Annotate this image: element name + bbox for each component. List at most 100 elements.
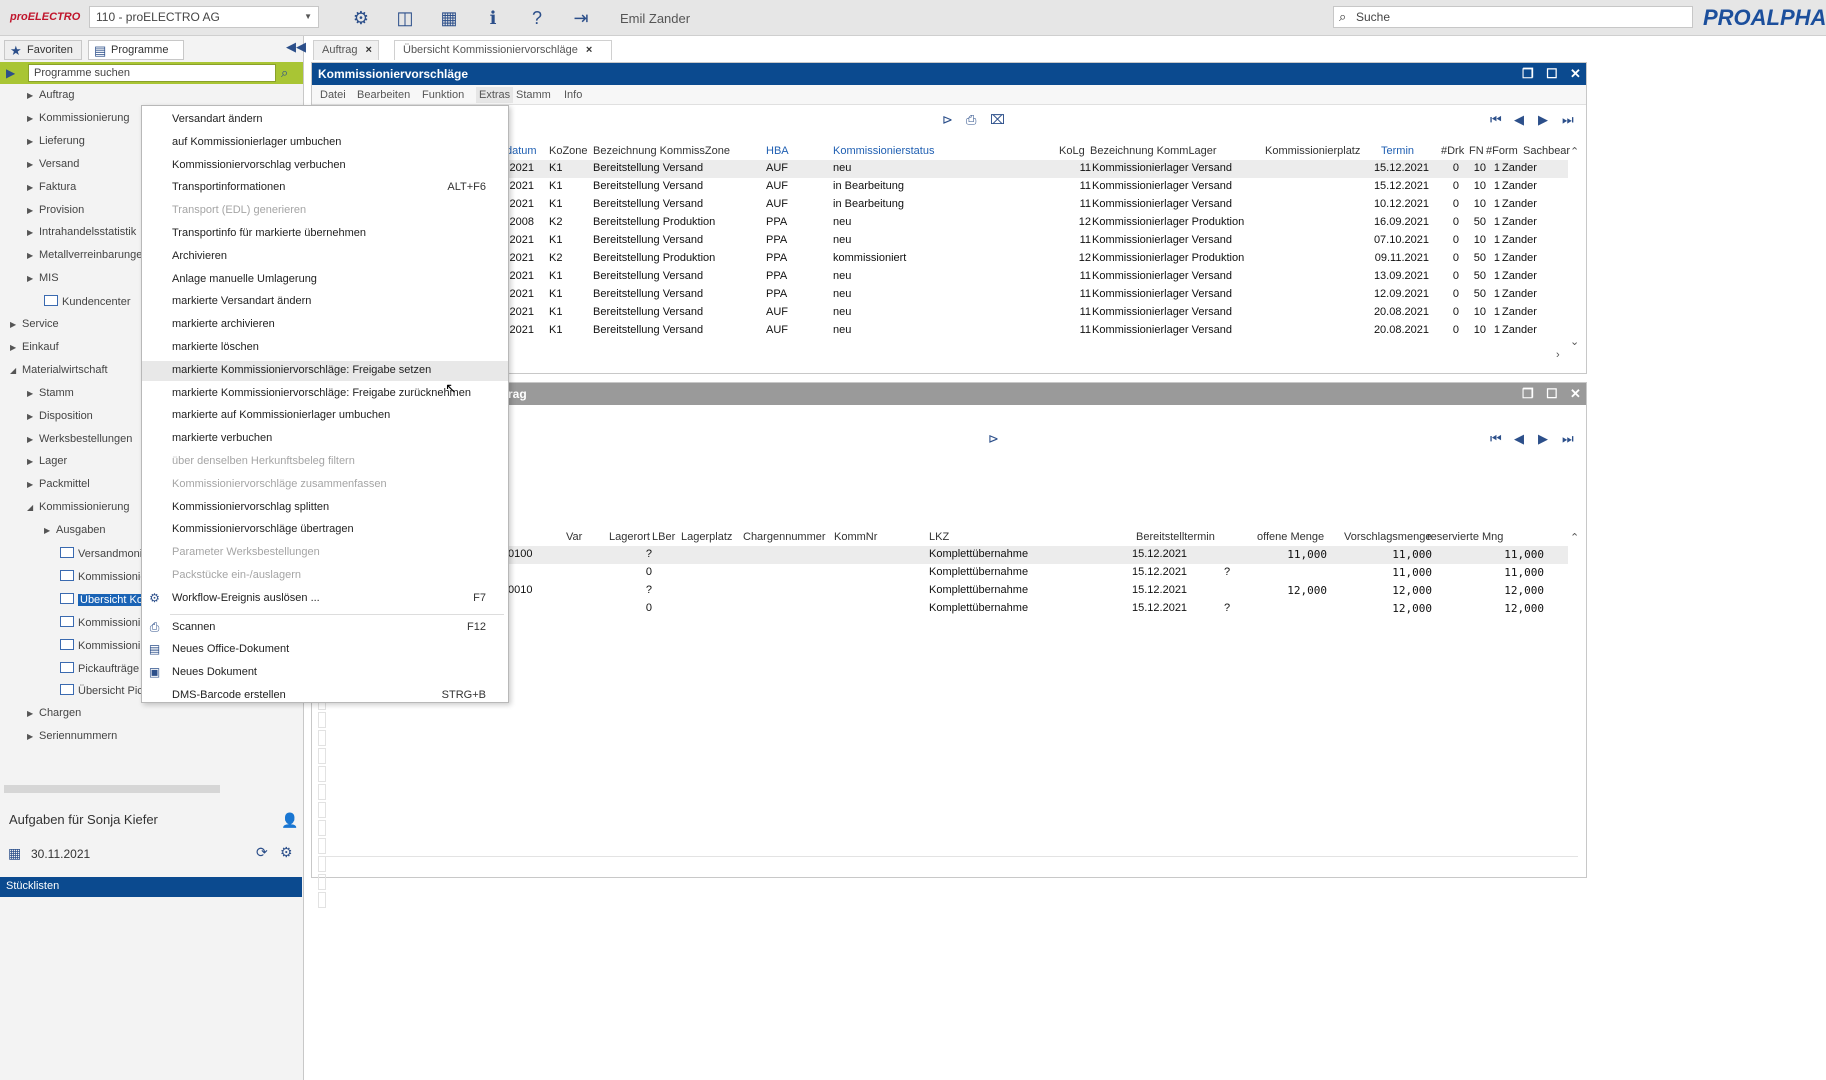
tree-item[interactable]: Übersicht Pic — [60, 684, 143, 702]
tree-item[interactable]: Kommissioni — [60, 638, 140, 657]
menu-item[interactable]: Transportinformationen ALT+F6 — [142, 178, 508, 198]
company-select[interactable]: 110 - proELECTRO AG ▼ — [89, 6, 319, 28]
prev-record-icon[interactable]: ◀ — [1514, 112, 1524, 128]
expand-arrow-icon[interactable]: ▶ — [27, 206, 39, 215]
scroll-right-icon[interactable]: › — [1556, 349, 1560, 361]
expand-arrow-icon[interactable]: ▶ — [27, 480, 39, 489]
tree-item[interactable]: ▶ Versand — [27, 158, 79, 176]
preview-icon[interactable]: ⌧ — [990, 112, 1005, 128]
tree-item[interactable]: ▶ MIS — [27, 272, 59, 290]
next-record-icon[interactable]: ▶ — [1538, 431, 1548, 447]
tree-item[interactable]: ▶ Stamm — [27, 387, 74, 405]
column-header[interactable]: Var — [566, 531, 582, 543]
close-icon[interactable]: × — [365, 44, 371, 56]
expand-arrow-icon[interactable]: ▶ — [27, 183, 39, 192]
logout-icon[interactable]: ⇥ — [569, 6, 593, 30]
tree-item[interactable]: Versandmoni — [60, 547, 142, 565]
last-record-icon[interactable]: ⏭ — [1562, 431, 1574, 447]
column-header[interactable]: Lagerort — [609, 531, 650, 543]
tab-programme[interactable]: ▤ Programme — [88, 40, 184, 60]
prev-record-icon[interactable]: ◀ — [1514, 431, 1524, 447]
refresh-icon[interactable]: ⟳ — [256, 844, 268, 861]
column-header[interactable]: reservierte Mng — [1427, 531, 1503, 543]
column-header[interactable]: HBA — [766, 145, 789, 157]
column-header[interactable]: KommNr — [834, 531, 877, 543]
tree-item[interactable]: ▶ Service — [10, 318, 59, 336]
menu-item[interactable]: markierte Versandart ändern — [142, 292, 508, 312]
calendar-icon[interactable]: ▦ — [8, 845, 21, 862]
menu-extras[interactable]: Extras — [476, 87, 514, 103]
menu-item[interactable]: markierte archivieren — [142, 315, 508, 335]
menu-item[interactable]: markierte verbuchen — [142, 429, 508, 449]
menu-funktion[interactable]: Funktion — [422, 89, 464, 101]
menu-item[interactable]: Kommissioniervorschlag splitten — [142, 498, 508, 518]
program-search-input[interactable]: Programme suchen — [28, 64, 276, 82]
expand-arrow-icon[interactable]: ▶ — [27, 389, 39, 398]
tree-item[interactable]: Übersicht Ko — [60, 592, 145, 611]
menu-stamm[interactable]: Stamm — [516, 89, 551, 101]
menu-item[interactable]: ⎙ Scannen F12 — [142, 618, 508, 638]
menu-item[interactable]: Kommissioniervorschläge übertragen — [142, 520, 508, 540]
column-header[interactable]: Vorschlagsmenge — [1344, 531, 1431, 543]
menu-item[interactable]: Archivieren — [142, 247, 508, 267]
tree-item[interactable]: ▶ Seriennummern — [27, 730, 117, 748]
tree-item[interactable]: Pickaufträge — [60, 661, 139, 680]
tree-item[interactable]: ▶ Ausgaben — [44, 524, 106, 542]
column-header[interactable]: offene Menge — [1257, 531, 1324, 543]
column-header[interactable]: #Drk — [1441, 145, 1464, 157]
expand-arrow-icon[interactable]: ▶ — [27, 114, 39, 123]
column-header[interactable]: Kommissionierstatus — [833, 145, 934, 157]
tree-item[interactable]: ▶ Chargen — [27, 707, 81, 725]
close-icon[interactable]: ✕ — [1570, 66, 1581, 82]
tree-item[interactable]: ▶ Metallverreinbarungen — [27, 249, 148, 267]
column-header[interactable]: Lagerplatz — [681, 531, 732, 543]
gear-icon[interactable]: ⚙ — [349, 6, 373, 30]
maximize-icon[interactable]: ☐ — [1546, 386, 1558, 402]
tree-item[interactable]: ▶ Auftrag — [27, 89, 74, 107]
first-record-icon[interactable]: ⏮ — [1490, 112, 1502, 128]
search-icon[interactable]: ⌕ — [281, 65, 288, 81]
close-icon[interactable]: ✕ — [1570, 386, 1581, 402]
tree-item[interactable]: ▶ Kommissionierung — [27, 112, 129, 130]
tree-item[interactable]: Kundencenter — [44, 295, 131, 313]
expand-arrow-icon[interactable]: ▶ — [27, 274, 39, 283]
tree-item[interactable]: ▶ Einkauf — [10, 341, 59, 359]
task-row[interactable]: Stücklisten — [0, 877, 302, 897]
tree-horizontal-scrollbar[interactable] — [4, 782, 298, 796]
column-header[interactable]: LKZ — [929, 531, 949, 543]
expand-arrow-icon[interactable]: ▶ — [27, 457, 39, 466]
info-icon[interactable]: ℹ — [481, 6, 505, 30]
tree-item[interactable]: ◢ Materialwirtschaft — [10, 364, 108, 382]
expand-arrow-icon[interactable]: ◢ — [27, 503, 39, 512]
menu-item[interactable]: Kommissioniervorschlag verbuchen — [142, 156, 508, 176]
tree-item[interactable]: ▶ Intrahandelsstatistik — [27, 226, 136, 244]
user-icon[interactable]: 👤 — [281, 812, 298, 829]
global-search-input[interactable]: ⌕ Suche — [1333, 6, 1693, 28]
tree-item[interactable]: ▶ Lieferung — [27, 135, 85, 153]
expand-arrow-icon[interactable]: ▶ — [27, 709, 39, 718]
column-header[interactable]: FN — [1469, 145, 1484, 157]
tab-favoriten[interactable]: ★ Favoriten — [4, 40, 82, 60]
restore-icon[interactable]: ❐ — [1522, 66, 1534, 82]
menu-bearbeiten[interactable]: Bearbeiten — [357, 89, 410, 101]
column-header[interactable]: Chargennummer — [743, 531, 826, 543]
menu-item[interactable]: ⚙ Workflow-Ereignis auslösen ... F7 — [142, 589, 508, 609]
tree-item[interactable]: ▶ Provision — [27, 204, 84, 222]
expand-arrow-icon[interactable]: ▶ — [27, 228, 39, 237]
tree-item[interactable]: Kommissioni — [60, 615, 140, 634]
menu-item[interactable]: ▤ Neues Office-Dokument — [142, 640, 508, 660]
help-icon[interactable]: ? — [525, 6, 549, 30]
doc-tab-uebersicht[interactable]: Übersicht Kommissioniervorschläge × — [394, 40, 612, 60]
menu-item[interactable]: DMS-Barcode erstellen STRG+B — [142, 686, 508, 706]
first-record-icon[interactable]: ⏮ — [1490, 431, 1502, 447]
column-header[interactable]: datum — [506, 145, 537, 157]
scroll-up-icon[interactable]: ⌃ — [1570, 531, 1579, 544]
menu-item[interactable]: markierte löschen — [142, 338, 508, 358]
expand-arrow-icon[interactable]: ▶ — [27, 435, 39, 444]
expand-arrow-icon[interactable]: ▶ — [27, 91, 39, 100]
details-horizontal-scrollbar[interactable] — [318, 856, 1578, 868]
expand-arrow-icon[interactable]: ▶ — [27, 160, 39, 169]
close-icon[interactable]: × — [586, 44, 592, 56]
print-icon[interactable]: ⎙ — [966, 112, 976, 128]
tree-item[interactable]: ▶ Lager — [27, 455, 67, 473]
